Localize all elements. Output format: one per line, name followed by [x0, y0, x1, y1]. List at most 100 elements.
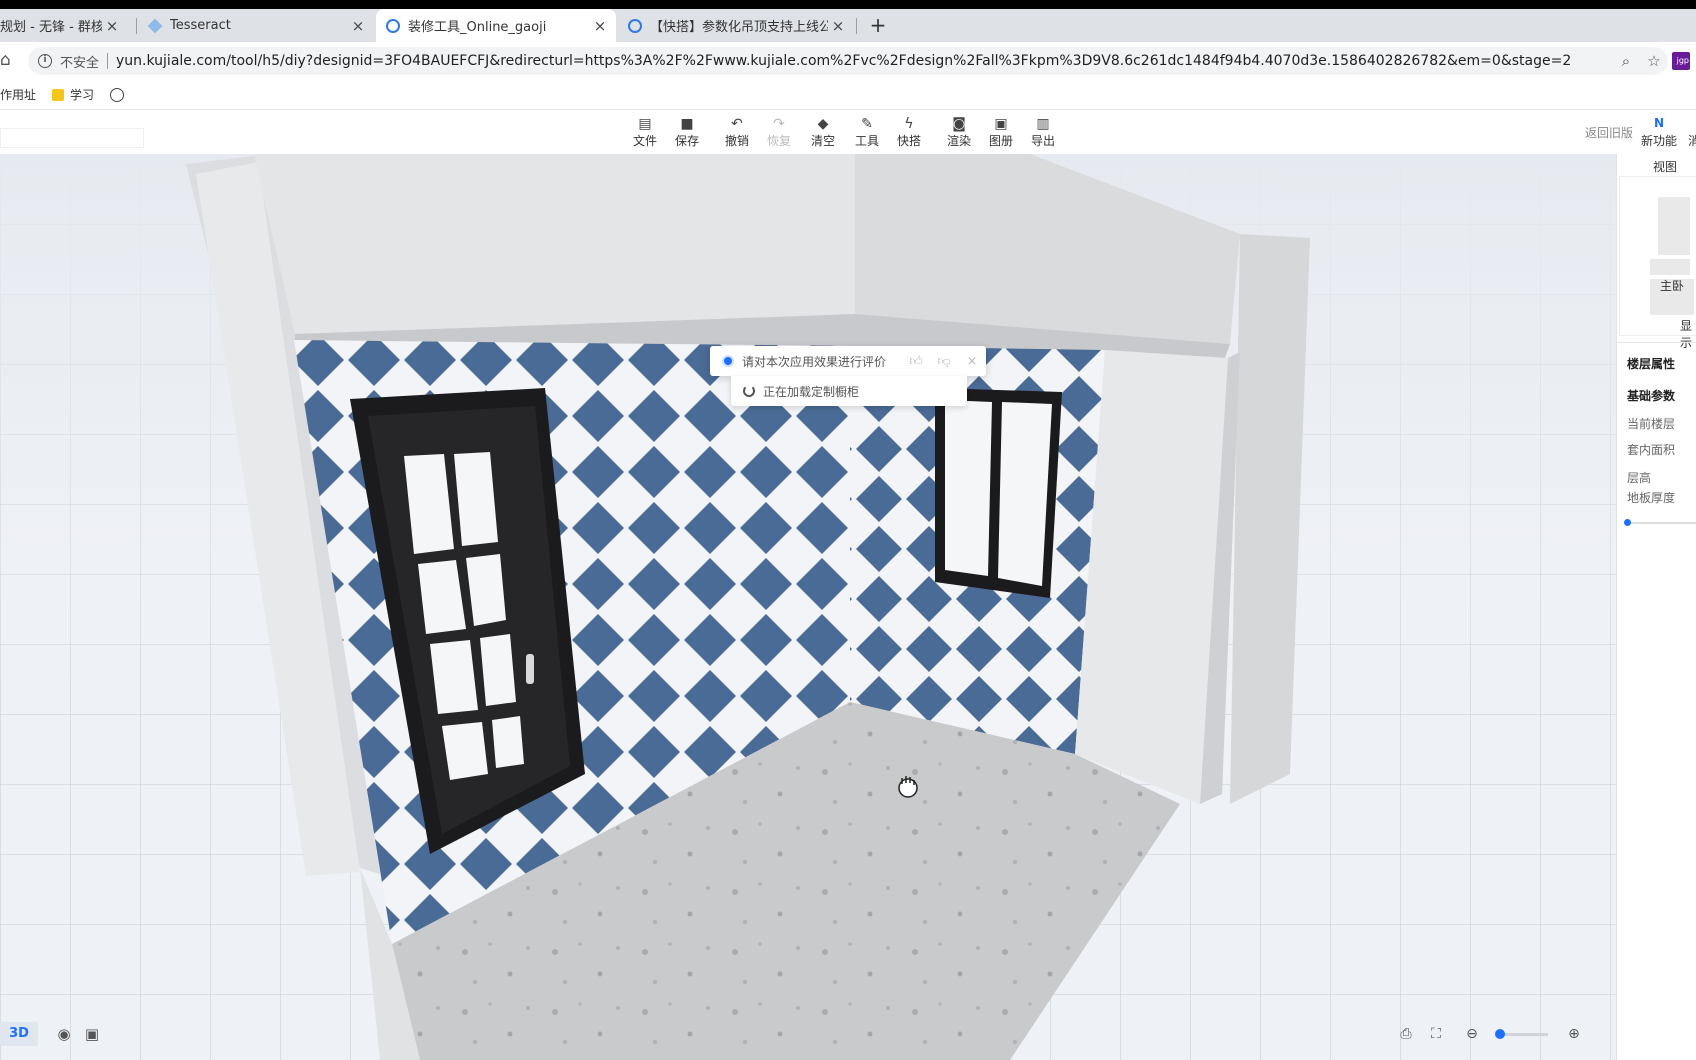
fullscreen-icon[interactable]: ⛶ [1426, 1024, 1446, 1044]
zoom-slider[interactable] [1495, 1028, 1548, 1039]
tab-separator [856, 18, 857, 34]
back-ceiling-right [855, 154, 1240, 344]
toolbar-eraser-button[interactable]: ◆ 清空 [804, 116, 842, 149]
thumbs-up-icon[interactable]: 👍︎ [902, 354, 930, 369]
view-title: 视图 [1653, 160, 1678, 174]
toolbar-label: 撤销 [724, 134, 749, 148]
new-tab-button[interactable]: + [864, 9, 892, 42]
3d-viewport[interactable]: 请对本次应用效果进行评价 👍︎ 👎︎ × 正在加载定制橱柜 [0, 154, 1616, 1060]
toolbar-undo-button[interactable]: ↶ 撤销 [718, 116, 756, 149]
zoom-slider-knob[interactable] [1495, 1028, 1506, 1039]
star-icon[interactable]: ☆ [1640, 52, 1668, 70]
floor-properties-title: 楼层属性 [1627, 357, 1676, 371]
floorplan-minimap[interactable]: 主卧 显示 [1619, 176, 1696, 350]
toolbar-lightning-button[interactable]: ϟ 快搭 [890, 116, 928, 149]
window [935, 388, 1062, 598]
loading-toast: 正在加载定制橱柜 [731, 376, 967, 406]
minimap-room [1648, 257, 1692, 277]
tab-strip: 规划 - 无锋 - 群核W × Tesseract × 装修工具_Online_… [0, 9, 1696, 42]
close-icon[interactable]: × [958, 354, 986, 369]
eraser-icon: ◆ [817, 116, 829, 132]
screenshot-icon[interactable]: ⎙ [1396, 1024, 1416, 1044]
right-panel: 视图 主卧 显示 楼层属性 基础参数 当前楼层 套内面积 层高 地板厚度 [1616, 154, 1696, 1060]
security-label: 不安全 [60, 55, 100, 71]
address-bar: ⌂ i 不安全 yun.kujiale.com/tool/h5/diy?desi… [0, 42, 1696, 80]
globe-icon [110, 87, 125, 102]
zoom-in-icon[interactable]: ⊕ [1564, 1024, 1584, 1044]
album-icon: ▣ [994, 116, 1008, 132]
new-feature-icon: N [1653, 116, 1665, 130]
toolbar-label: 导出 [1030, 134, 1055, 148]
loading-spinner-icon [743, 385, 755, 397]
tab-design-tool[interactable]: 装修工具_Online_gaoji × [376, 9, 616, 42]
thumbs-down-icon[interactable]: 👎︎ [930, 354, 958, 369]
toolbar-save-button[interactable]: ■ 保存 [668, 116, 706, 149]
tab-title: 装修工具_Online_gaoji [408, 20, 547, 35]
tab-announcement[interactable]: 【快搭】参数化吊顶支持上线公告 × [618, 9, 854, 42]
toolbar-edge-text[interactable]: 消 [1688, 132, 1696, 149]
cube-icon[interactable]: ▣ [82, 1024, 102, 1044]
new-feature-button[interactable]: N 新功能 [1640, 116, 1678, 149]
slider-knob[interactable] [1624, 519, 1631, 526]
bookmark-label: 学习 [70, 88, 95, 102]
back-to-old-version-link[interactable]: 返回旧版 [1585, 124, 1633, 141]
lightning-icon: ϟ [904, 116, 914, 132]
toolbar-label: 文件 [632, 134, 657, 148]
toolbar-file-button[interactable]: ▤ 文件 [626, 116, 664, 149]
floor-thickness-label: 地板厚度 [1627, 491, 1676, 505]
close-icon[interactable]: × [828, 17, 848, 35]
new-feature-label: 新功能 [1640, 134, 1677, 148]
3d-mode-button[interactable]: 3D [0, 1022, 38, 1046]
design-name-field[interactable] [0, 128, 144, 148]
omnibox[interactable]: i 不安全 yun.kujiale.com/tool/h5/diy?design… [28, 47, 1668, 75]
zoom-out-icon[interactable]: ⊖ [1462, 1024, 1482, 1044]
floor-thickness-slider[interactable] [1624, 519, 1696, 526]
info-icon[interactable]: i [38, 54, 52, 68]
window-glass-left [945, 400, 992, 576]
door-glass-8 [492, 716, 524, 768]
door-glass-7 [442, 722, 488, 780]
search-icon[interactable]: ⌕ [1612, 52, 1640, 70]
right-outer-wall [1230, 234, 1310, 804]
room-label: 主卧 [1660, 279, 1685, 293]
toolbar-wrench-button[interactable]: ✎ 工具 [848, 116, 886, 149]
toolbar-export-button[interactable]: ▥ 导出 [1024, 116, 1062, 149]
toolbar-album-button[interactable]: ▣ 图册 [982, 116, 1020, 149]
bookmark-study[interactable]: 学习 [52, 86, 94, 103]
door-glass-5 [430, 640, 478, 714]
divider [107, 53, 109, 69]
show-toggle[interactable]: 显示 [1680, 317, 1696, 351]
toolbar-label: 快搭 [896, 134, 921, 148]
file-icon: ▤ [638, 116, 652, 132]
tab-planning[interactable]: 规划 - 无锋 - 群核W × [0, 9, 128, 42]
bookmarks-bar: 工作用址 学习 [0, 80, 1696, 110]
minimap-room [1656, 195, 1692, 257]
inner-area-label: 套内面积 [1627, 443, 1676, 457]
bookmark-globe[interactable] [110, 87, 125, 102]
door-handle [526, 654, 534, 684]
back-ceiling-left [254, 154, 855, 334]
close-icon[interactable]: × [102, 17, 122, 35]
eye-icon[interactable]: ◉ [54, 1024, 74, 1044]
toolbar-redo-button[interactable]: ↷ 恢复 [760, 116, 798, 149]
rating-prompt: 请对本次应用效果进行评价 [742, 354, 887, 369]
window-top-edge [0, 0, 1696, 9]
kujiale-icon [628, 18, 642, 33]
basic-params-title: 基础参数 [1627, 389, 1676, 403]
url-text[interactable]: yun.kujiale.com/tool/h5/diy?designid=3FO… [116, 53, 1612, 69]
toolbar-camera-button[interactable]: ◙ 渲染 [940, 116, 978, 149]
close-icon[interactable]: × [590, 17, 610, 35]
bookmark-label: 工作用址 [0, 88, 37, 102]
tab-separator [136, 18, 137, 34]
toolbar-label: 渲染 [946, 134, 971, 148]
app-toolbar: ▤ 文件 ■ 保存 ↶ 撤销 ↷ 恢复 ◆ 清空 ✎ 工具 ϟ 快搭 ◙ 渲染 ▣ 图册 ▥ 导出 返回旧版 N 新功… [0, 110, 1696, 154]
home-icon[interactable]: ⌂ [0, 50, 16, 70]
extension-icon[interactable]: jgp [1672, 52, 1690, 70]
tab-title: Tesseract [170, 18, 231, 33]
toolbar-label: 保存 [674, 134, 699, 148]
bookmark-work[interactable]: 工作用址 [0, 86, 36, 103]
close-icon[interactable]: × [348, 17, 368, 35]
tab-tesseract[interactable]: Tesseract × [138, 9, 374, 42]
kujiale-icon [386, 18, 400, 33]
toolbar-label: 工具 [854, 134, 879, 148]
